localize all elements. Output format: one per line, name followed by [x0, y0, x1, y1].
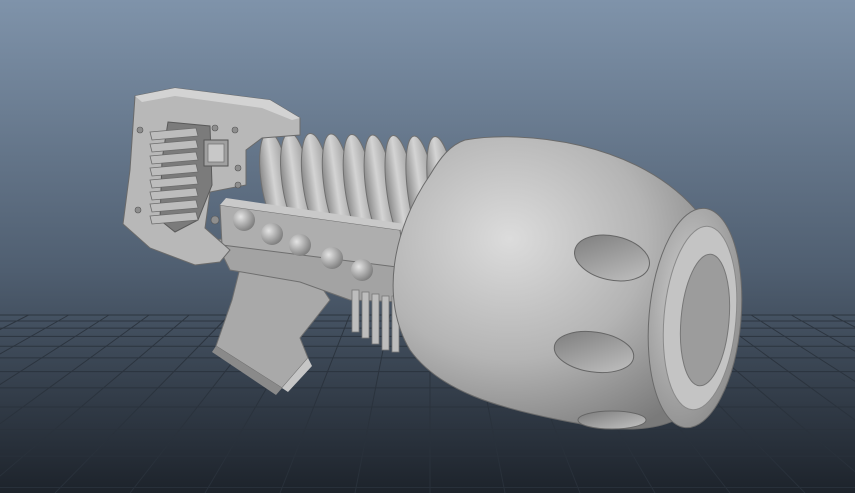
viewport-canvas[interactable]: [0, 0, 855, 493]
3d-viewport[interactable]: [0, 0, 855, 493]
